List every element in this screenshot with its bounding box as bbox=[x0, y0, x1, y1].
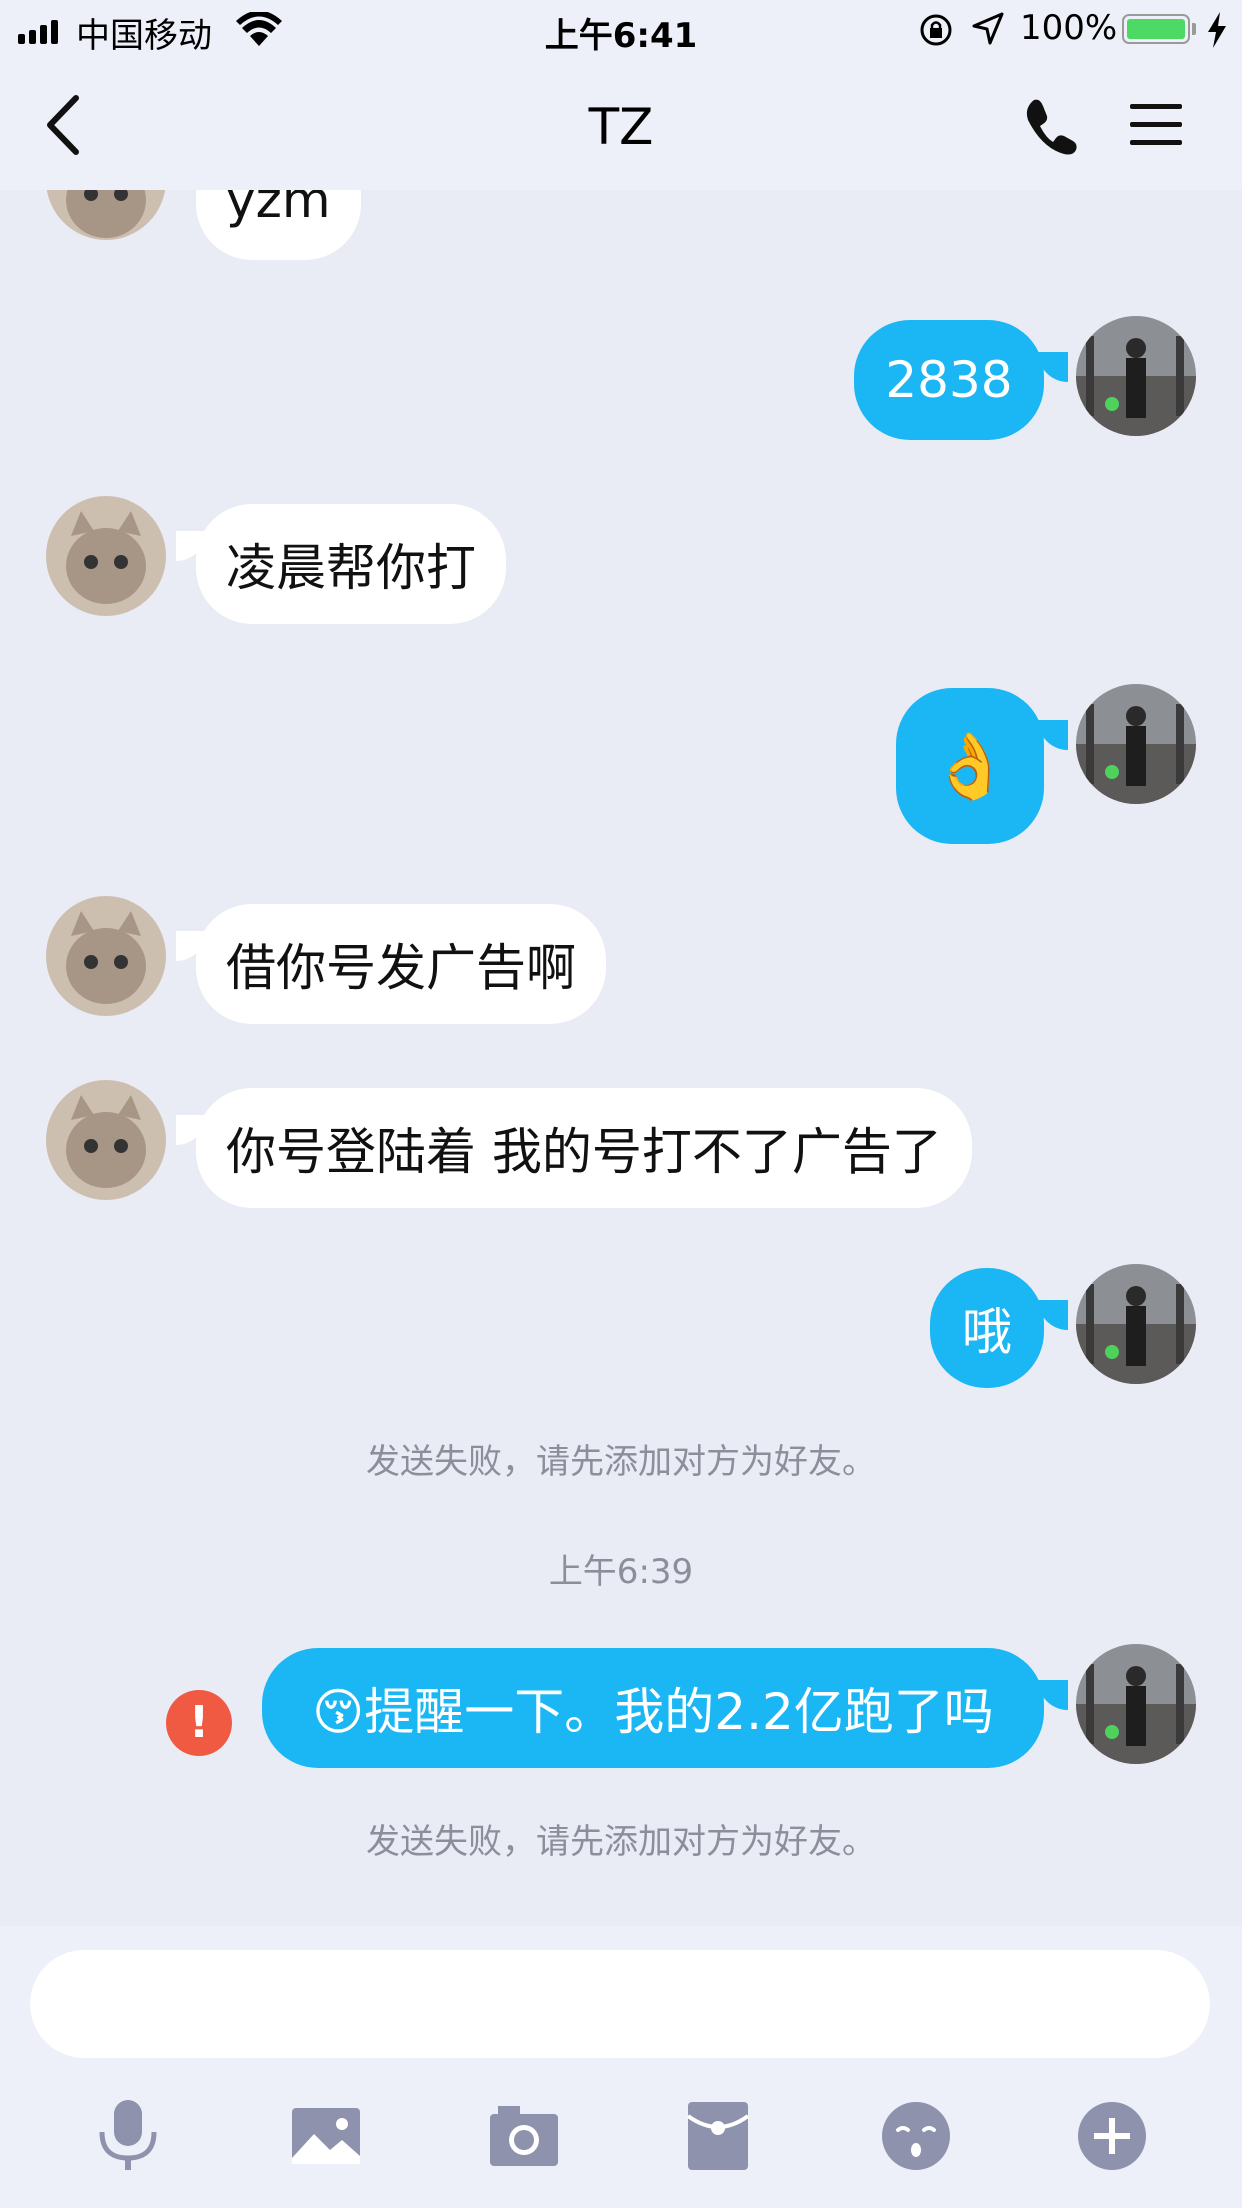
message-text: 2838 bbox=[885, 351, 1013, 409]
contact-avatar[interactable] bbox=[46, 1080, 166, 1200]
message-text: 👌 bbox=[930, 729, 1010, 804]
message-bubble-incoming[interactable]: 凌晨帮你打 bbox=[196, 504, 506, 624]
message-bubble-incoming[interactable]: 借你号发广告啊 bbox=[196, 904, 606, 1024]
camera-icon[interactable] bbox=[484, 2096, 564, 2176]
user-avatar[interactable] bbox=[1076, 1264, 1196, 1384]
status-bar: 中国移动 上午6:41 100% bbox=[0, 0, 1242, 60]
message-text: 哦 bbox=[962, 1303, 1012, 1361]
image-icon[interactable] bbox=[286, 2096, 366, 2176]
message-text: 借你号发广告啊 bbox=[226, 939, 576, 997]
contact-avatar[interactable] bbox=[46, 896, 166, 1016]
send-failed-notice: 发送失败，请先添加对方为好友。 bbox=[366, 1442, 876, 1482]
message-text: 凌晨帮你打 bbox=[226, 539, 476, 597]
send-failed-notice: 发送失败，请先添加对方为好友。 bbox=[366, 1822, 876, 1862]
emoji-icon[interactable] bbox=[876, 2096, 956, 2176]
red-packet-icon[interactable] bbox=[678, 2096, 758, 2176]
user-avatar[interactable] bbox=[1076, 684, 1196, 804]
contact-avatar[interactable] bbox=[46, 190, 166, 240]
contact-avatar[interactable] bbox=[46, 496, 166, 616]
message-text: 你号登陆着 我的号打不了广告了 bbox=[226, 1123, 942, 1181]
message-bubble-outgoing[interactable]: 😚提醒一下。我的2.2亿跑了吗 bbox=[262, 1648, 1044, 1768]
plus-icon[interactable] bbox=[1072, 2096, 1152, 2176]
message-text: yzm bbox=[226, 190, 331, 229]
message-text: 😚提醒一下。我的2.2亿跑了吗 bbox=[312, 1683, 994, 1741]
battery-percent: 100% bbox=[1020, 8, 1118, 48]
user-avatar[interactable] bbox=[1076, 1644, 1196, 1764]
charging-bolt-icon bbox=[1208, 12, 1226, 48]
message-bubble-incoming[interactable]: 你号登陆着 我的号打不了广告了 bbox=[196, 1088, 972, 1208]
message-list[interactable]: yzm 2838 凌晨帮你打 👌 借你号发广告啊 你号登陆着 我的号打不了广告了… bbox=[0, 190, 1242, 1926]
battery-tip bbox=[1192, 23, 1196, 35]
timestamp: 上午6:39 bbox=[548, 1552, 694, 1592]
input-area bbox=[0, 1926, 1242, 2208]
hamburger-menu-icon[interactable] bbox=[1128, 100, 1184, 150]
message-bubble-outgoing[interactable]: 👌 bbox=[896, 688, 1044, 844]
message-input[interactable] bbox=[30, 1950, 1210, 2058]
microphone-icon[interactable] bbox=[88, 2096, 168, 2176]
message-bubble-outgoing[interactable]: 哦 bbox=[930, 1268, 1044, 1388]
user-avatar[interactable] bbox=[1076, 316, 1196, 436]
rotation-lock-icon bbox=[920, 14, 952, 46]
phone-icon[interactable] bbox=[1020, 96, 1080, 156]
location-icon bbox=[972, 12, 1004, 45]
message-bubble-incoming[interactable]: yzm bbox=[196, 190, 361, 260]
nav-bar: TZ bbox=[0, 60, 1242, 190]
send-failed-icon[interactable]: ! bbox=[166, 1690, 232, 1756]
battery-icon bbox=[1122, 14, 1190, 44]
message-bubble-outgoing[interactable]: 2838 bbox=[854, 320, 1044, 440]
